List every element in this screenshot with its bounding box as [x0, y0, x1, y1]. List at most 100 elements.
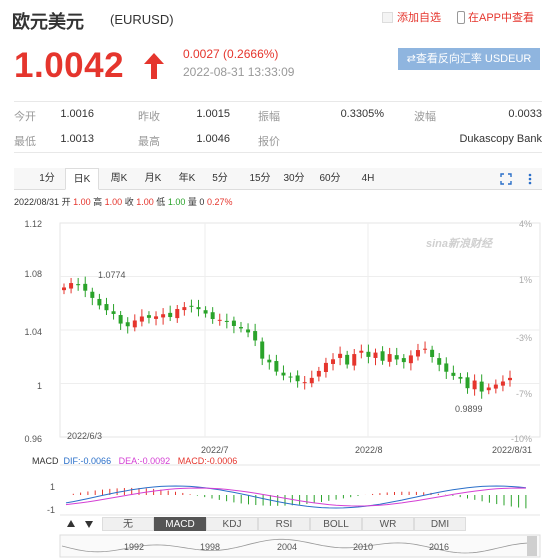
tab-yearly[interactable]: 年K — [172, 168, 202, 190]
candle-body — [444, 363, 449, 372]
dea-line — [65, 487, 526, 507]
tab-60min[interactable]: 60分 — [316, 168, 344, 190]
candle-body — [401, 358, 406, 363]
stat-value: 1.0016 — [60, 108, 94, 120]
stat-value: 1.0015 — [196, 108, 230, 120]
candle-body — [196, 307, 201, 310]
candle-body — [359, 350, 364, 353]
reverse-rate-button[interactable]: ⇄查看反向汇率 USDEUR — [398, 48, 540, 70]
macd-readout: MACD DIF:-0.0066 DEA:-0.0092 MACD:-0.000… — [32, 456, 238, 466]
candle-body — [62, 287, 66, 291]
macd-axis-tick: 1 — [50, 482, 55, 492]
candle-body — [267, 359, 272, 363]
candle-body — [217, 319, 222, 321]
indicator-wr[interactable]: WR — [362, 517, 414, 531]
candle-body — [331, 359, 336, 364]
indicator-kdj[interactable]: KDJ — [206, 517, 258, 531]
more-options-icon[interactable] — [524, 173, 536, 185]
tab-1min[interactable]: 1分 — [34, 168, 60, 190]
indicator-dmi[interactable]: DMI — [414, 517, 466, 531]
tab-30min[interactable]: 30分 — [280, 168, 308, 190]
pct-tick: -10% — [511, 434, 532, 444]
y-tick: 0.96 — [24, 434, 42, 444]
y-tick: 1.08 — [24, 269, 42, 279]
stat-value: 1.0046 — [196, 133, 230, 145]
fullscreen-icon[interactable] — [500, 173, 512, 185]
timeline-year: 2004 — [277, 542, 297, 552]
header: 欧元美元 (EURUSD) 添加自选 在APP中查看 — [0, 0, 550, 38]
macd-label: MACD — [32, 456, 59, 466]
macd-value: -0.0006 — [206, 456, 238, 466]
pct-tick: -3% — [516, 333, 532, 343]
candle-body — [111, 311, 116, 314]
candle-body — [104, 304, 109, 311]
current-price: 1.0042 — [14, 46, 125, 85]
quote-row: 1.0042 0.0027 (0.2666%) 2022-08-31 13:33… — [0, 40, 550, 90]
checkbox-icon — [382, 11, 393, 23]
candle-body — [161, 314, 166, 318]
candle-body — [97, 298, 102, 306]
stat-label: 昨收 — [138, 111, 160, 123]
tab-daily[interactable]: 日K — [65, 168, 99, 190]
stat-high: 最高 1.0046 — [138, 133, 230, 148]
stat-label: 最高 — [138, 136, 160, 148]
candle-body — [90, 291, 95, 298]
view-in-app-label: 在APP中查看 — [468, 12, 535, 24]
dif-label: DIF — [63, 456, 79, 466]
candle-body — [323, 362, 328, 372]
candle-body — [295, 375, 300, 382]
candle-body — [366, 351, 371, 357]
candle-body — [281, 372, 286, 376]
y-tick: 1.04 — [24, 327, 42, 337]
indicator-rsi[interactable]: RSI — [258, 517, 310, 531]
stat-label: 最低 — [14, 136, 36, 148]
tab-5min[interactable]: 5分 — [206, 168, 234, 190]
dea-value: -0.0092 — [139, 456, 171, 466]
candle-body — [493, 384, 498, 389]
add-favorite-button[interactable]: 添加自选 — [382, 9, 441, 25]
candle-body — [203, 310, 208, 314]
tab-weekly[interactable]: 周K — [104, 168, 134, 190]
candle-body — [260, 341, 265, 359]
candle-body — [246, 329, 251, 333]
indicator-macd[interactable]: MACD — [154, 517, 206, 531]
stat-label: 波幅 — [414, 111, 436, 123]
pct-tick: 4% — [519, 219, 532, 229]
tab-15min[interactable]: 15分 — [246, 168, 274, 190]
tab-monthly[interactable]: 月K — [138, 168, 168, 190]
candle-body — [182, 307, 187, 311]
up-arrow-icon — [144, 53, 164, 79]
stat-label: 今开 — [14, 111, 36, 123]
macd-value-label: MACD — [177, 456, 205, 466]
kline-chart[interactable]: 1.12 1.08 1.04 1 0.96 4% 1% -3% -7% -10%… — [0, 205, 550, 560]
candle-body — [154, 316, 159, 319]
candle-body — [458, 376, 463, 379]
x-tick: 2022/8 — [355, 445, 383, 455]
tab-4h[interactable]: 4H — [356, 168, 380, 190]
indicator-boll[interactable]: BOLL — [310, 517, 362, 531]
indicator-none[interactable]: 无 — [102, 517, 154, 531]
timeline-handle[interactable] — [527, 536, 537, 556]
view-in-app-link[interactable]: 在APP中查看 — [457, 9, 534, 25]
candle-body — [479, 381, 484, 392]
candle-body — [338, 353, 343, 358]
candlestick-series — [62, 276, 512, 399]
candle-body — [486, 387, 491, 391]
candle-body — [118, 315, 123, 324]
stat-low: 最低 1.0013 — [14, 133, 94, 148]
period-tabs: 1分 日K 周K 月K 年K 5分 15分 30分 60分 4H — [14, 168, 542, 190]
candle-body — [500, 381, 505, 386]
timeline-year: 2010 — [353, 542, 373, 552]
candle-body — [437, 358, 442, 365]
watermark: sina新浪财经 — [426, 237, 494, 250]
low-marker: 0.9899 — [455, 404, 483, 414]
candle-body — [380, 351, 385, 361]
phone-icon — [457, 10, 465, 24]
candle-body — [394, 355, 399, 360]
stat-label: 振幅 — [258, 111, 280, 123]
stat-provider: Dukascopy Bank — [414, 133, 542, 147]
candle-body — [139, 316, 144, 322]
candle-body — [238, 327, 243, 329]
candle-body — [508, 377, 512, 381]
candle-body — [274, 361, 279, 372]
